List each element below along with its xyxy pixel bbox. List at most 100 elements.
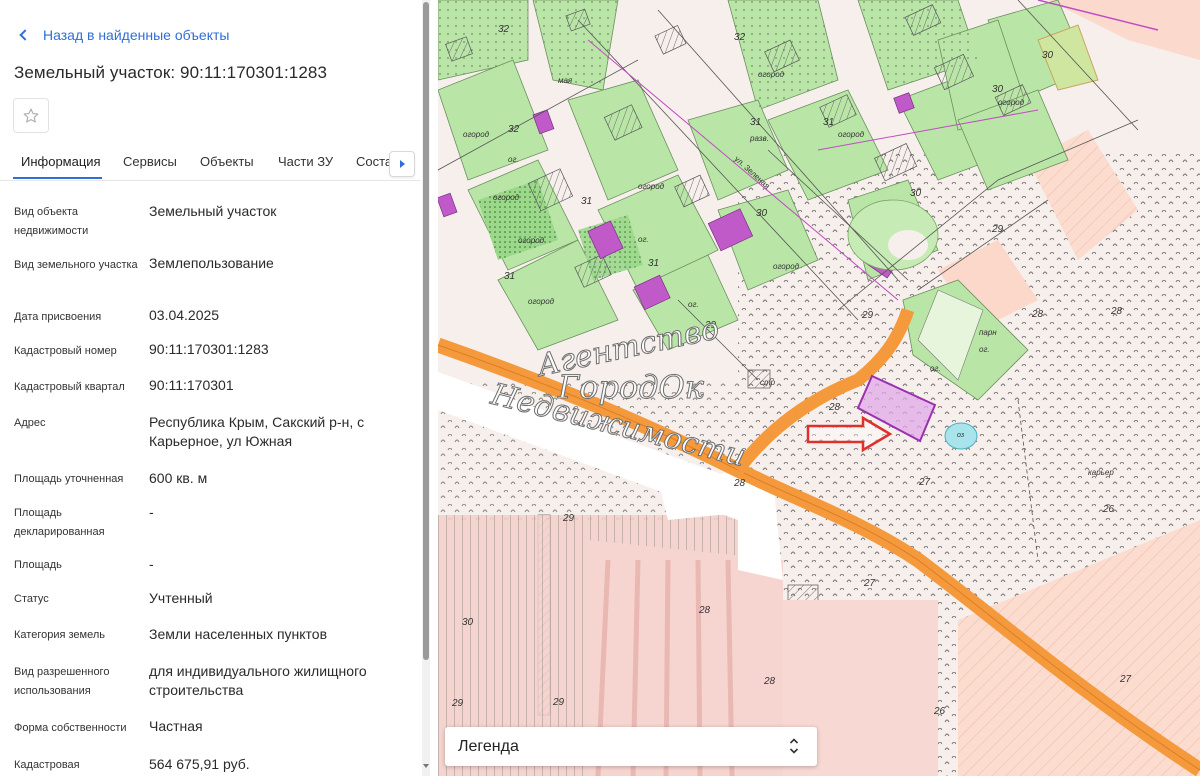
map-label: карьер [1088, 468, 1114, 477]
map-number: 27 [919, 477, 931, 488]
map-label: ог. [979, 345, 990, 354]
map-label: огород [518, 236, 545, 245]
panel-divider [430, 0, 438, 776]
attr-label: Вид объекта недвижимости [14, 206, 89, 237]
map-label: огород [758, 70, 785, 79]
attr-value: Частная [149, 718, 203, 734]
attr-label: Кадастровая [14, 759, 80, 771]
map-label: огород [773, 262, 800, 271]
map-label: оз [957, 432, 965, 439]
chevron-left-icon [19, 29, 31, 41]
scrollbar-thumb[interactable] [423, 2, 429, 660]
tab-parts[interactable]: Части ЗУ [278, 154, 333, 169]
map-label: огород [493, 193, 520, 202]
attr-label: Кадастровый номер [14, 345, 117, 357]
attr-label: Площадь [14, 559, 62, 571]
attr-label: Вид земельного участка [14, 259, 138, 271]
legend-label: Легенда [458, 737, 519, 755]
favorite-button[interactable] [13, 98, 49, 133]
map-street-label: ул. Зеленая [732, 154, 772, 191]
map-number: 32 [498, 24, 510, 35]
attr-label: Кадастровый квартал [14, 381, 125, 393]
scroll-down-icon[interactable] [422, 760, 430, 772]
map-number: 28 [699, 605, 711, 616]
page-title: Земельный участок: 90:11:170301:1283 [14, 63, 328, 82]
map-label: стр [760, 378, 776, 387]
map-label: ог. [688, 300, 699, 309]
map-label: ог. [638, 235, 649, 244]
attr-value: 90:11:170301:1283 [149, 341, 269, 357]
map-label: огород [528, 297, 555, 306]
map-number: 31 [750, 117, 762, 128]
map-number: 30 [910, 188, 922, 199]
map-label: мая [558, 76, 573, 85]
object-info-panel: Назад в найденные объекты Земельный учас… [0, 0, 422, 776]
map-label: ог. [930, 364, 941, 373]
attr-label: Дата присвоения [14, 311, 102, 323]
attr-value: 600 кв. м [149, 470, 208, 486]
attr-value: Земельный участок [149, 203, 277, 219]
map-number: 31 [504, 271, 516, 282]
map-label: огород [463, 130, 490, 139]
cadastral-map[interactable]: огород огород огород огород огород огоро… [438, 0, 1200, 776]
map-label: разв. [750, 134, 769, 143]
tab-composition[interactable]: Соста [356, 154, 390, 169]
attr-value: Землепользование [149, 255, 274, 271]
attr-value: Земли населенных пунктов [149, 626, 328, 642]
attr-value: Республика Крым, Сакский р-н, с Карьерно… [149, 414, 365, 449]
map-number: 28 [734, 478, 746, 489]
up-down-chevron-icon [789, 738, 799, 754]
map-number: 30 [1042, 50, 1054, 61]
attr-label: Категория земель [14, 629, 105, 641]
map-label: ог. [508, 155, 519, 164]
attr-value: для индивидуального жилищного строительс… [149, 663, 367, 698]
attr-label: Вид разрешенного использования [14, 666, 110, 697]
attr-value: 564 675,91 руб. [149, 756, 250, 772]
map-number: 26 [934, 706, 946, 717]
tabs-scroll-right-button[interactable] [389, 151, 415, 177]
active-tab-indicator [13, 177, 102, 179]
agency-watermark: Агентство ГородОк Недвижимости [487, 311, 749, 475]
tab-bar: Информация Сервисы Объекты Части ЗУ Сост… [0, 147, 420, 181]
attr-label: Площадь уточненная [14, 473, 124, 485]
map-label: парн [979, 328, 997, 337]
map-number: 27 [1120, 674, 1132, 685]
map-number: 29 [992, 224, 1004, 235]
back-link-label: Назад в найденные объекты [43, 27, 230, 43]
tab-info[interactable]: Информация [21, 154, 101, 169]
attr-label: Адрес [14, 417, 46, 429]
map-label: огород [638, 182, 665, 191]
attr-value: - [149, 556, 154, 572]
map-number: 28 [764, 676, 776, 687]
legend-dropdown[interactable]: Легенда [445, 727, 817, 766]
map-number: 27 [864, 578, 876, 589]
map-number: 31 [648, 258, 660, 269]
tab-services[interactable]: Сервисы [123, 154, 177, 169]
map-number: 26 [1103, 504, 1115, 515]
map-number: 32 [734, 32, 746, 43]
tab-objects[interactable]: Объекты [200, 154, 254, 169]
map-number: 29 [452, 698, 464, 709]
map-number: 31 [581, 196, 593, 207]
map-label: огород [998, 98, 1025, 107]
map-label: огород [838, 130, 865, 139]
attr-value: 90:11:170301 [149, 377, 234, 393]
map-number: 28 [829, 402, 841, 413]
attr-label: Форма собственности [14, 722, 127, 734]
attr-label: Статус [14, 593, 49, 605]
attr-value: Учтенный [149, 590, 213, 606]
caret-right-icon [399, 160, 405, 168]
map-number: 29 [563, 513, 575, 524]
attr-value: 03.04.2025 [149, 307, 220, 323]
back-to-results-link[interactable]: Назад в найденные объекты [18, 27, 229, 43]
map-number: 30 [462, 617, 474, 628]
map-number: 32 [508, 124, 520, 135]
map-number: 29 [553, 697, 565, 708]
attr-label: Площадь декларированная [14, 507, 105, 538]
map-number: 28 [1111, 306, 1123, 317]
panel-scrollbar[interactable] [422, 0, 430, 776]
map-number: 30 [992, 84, 1004, 95]
map-number: 30 [756, 208, 768, 219]
star-icon [23, 108, 39, 123]
map-number: 31 [823, 117, 835, 128]
